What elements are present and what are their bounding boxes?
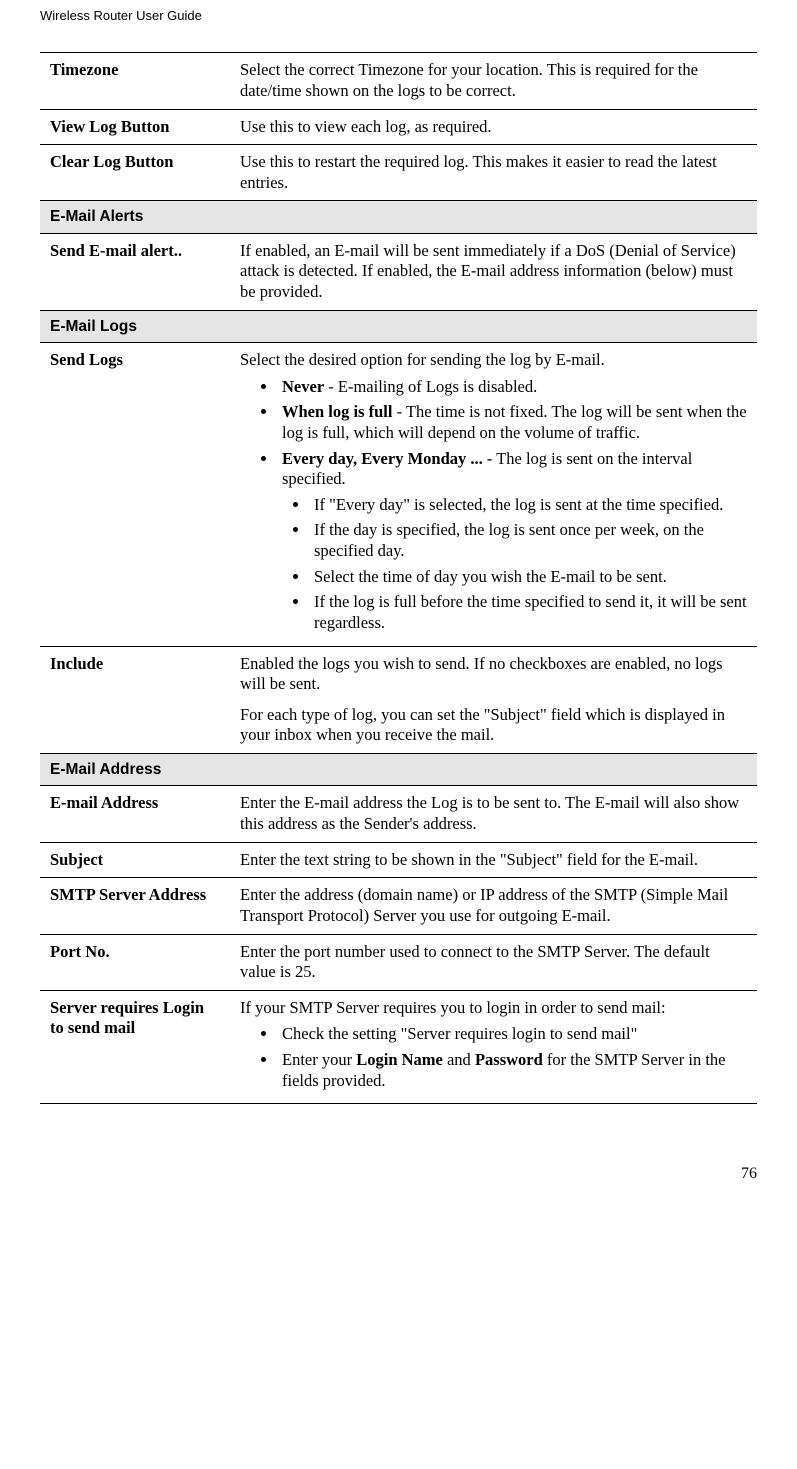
desc-clear-log-button: Use this to restart the required log. Th… [230,145,757,201]
page-header-title: Wireless Router User Guide [40,8,757,24]
send-logs-intro: Select the desired option for sending th… [240,350,747,371]
label-email-address: E-mail Address [40,786,230,842]
label-smtp-server-address: SMTP Server Address [40,878,230,934]
desc-timezone: Select the correct Timezone for your loc… [230,53,757,109]
server-login-enter-credentials: Enter your Login Name and Password for t… [278,1050,747,1091]
server-login-intro: If your SMTP Server requires you to logi… [240,998,747,1019]
send-logs-option-never: Never - E-mailing of Logs is disabled. [278,377,747,398]
desc-subject: Enter the text string to be shown in the… [230,842,757,878]
include-p1: Enabled the logs you wish to send. If no… [240,654,747,695]
section-email-logs: E-Mail Logs [40,310,757,342]
section-heading-email-address: E-Mail Address [40,754,757,786]
section-email-alerts: E-Mail Alerts [40,201,757,233]
desc-send-email-alert: If enabled, an E-mail will be sent immed… [230,233,757,310]
label-view-log-button: View Log Button [40,109,230,145]
section-heading-email-logs: E-Mail Logs [40,310,757,342]
label-clear-log-button: Clear Log Button [40,145,230,201]
desc-smtp-server-address: Enter the address (domain name) or IP ad… [230,878,757,934]
row-clear-log-button: Clear Log Button Use this to restart the… [40,145,757,201]
server-login-list: Check the setting "Server requires login… [240,1024,747,1091]
row-timezone: Timezone Select the correct Timezone for… [40,53,757,109]
send-logs-options-list: Never - E-mailing of Logs is disabled. W… [240,377,747,634]
include-p2: For each type of log, you can set the "S… [240,705,747,746]
send-logs-sub-regardless: If the log is full before the time speci… [310,592,747,633]
label-server-requires-login: Server requires Login to send mail [40,990,230,1104]
desc-view-log-button: Use this to view each log, as required. [230,109,757,145]
label-subject: Subject [40,842,230,878]
row-send-logs: Send Logs Select the desired option for … [40,343,757,647]
desc-include: Enabled the logs you wish to send. If no… [230,646,757,754]
send-logs-option-interval: Every day, Every Monday ... - The log is… [278,449,747,634]
send-logs-sub-select-time: Select the time of day you wish the E-ma… [310,567,747,588]
send-logs-option-when-full: When log is full - The time is not fixed… [278,402,747,443]
row-subject: Subject Enter the text string to be show… [40,842,757,878]
send-logs-sub-everyday: If "Every day" is selected, the log is s… [310,495,747,516]
section-heading-email-alerts: E-Mail Alerts [40,201,757,233]
page-number: 76 [40,1164,757,1184]
row-include: Include Enabled the logs you wish to sen… [40,646,757,754]
desc-send-logs: Select the desired option for sending th… [230,343,757,647]
row-email-address: E-mail Address Enter the E-mail address … [40,786,757,842]
label-port-no: Port No. [40,934,230,990]
row-server-requires-login: Server requires Login to send mail If yo… [40,990,757,1104]
desc-email-address: Enter the E-mail address the Log is to b… [230,786,757,842]
section-email-address: E-Mail Address [40,754,757,786]
desc-server-requires-login: If your SMTP Server requires you to logi… [230,990,757,1104]
label-send-email-alert: Send E-mail alert.. [40,233,230,310]
row-port-no: Port No. Enter the port number used to c… [40,934,757,990]
row-smtp-server-address: SMTP Server Address Enter the address (d… [40,878,757,934]
desc-port-no: Enter the port number used to connect to… [230,934,757,990]
row-send-email-alert: Send E-mail alert.. If enabled, an E-mai… [40,233,757,310]
label-include: Include [40,646,230,754]
row-view-log-button: View Log Button Use this to view each lo… [40,109,757,145]
settings-reference-table: Timezone Select the correct Timezone for… [40,52,757,1104]
label-timezone: Timezone [40,53,230,109]
send-logs-sub-day-specified: If the day is specified, the log is sent… [310,520,747,561]
send-logs-interval-sublist: If "Every day" is selected, the log is s… [282,495,747,634]
label-send-logs: Send Logs [40,343,230,647]
server-login-check-setting: Check the setting "Server requires login… [278,1024,747,1045]
